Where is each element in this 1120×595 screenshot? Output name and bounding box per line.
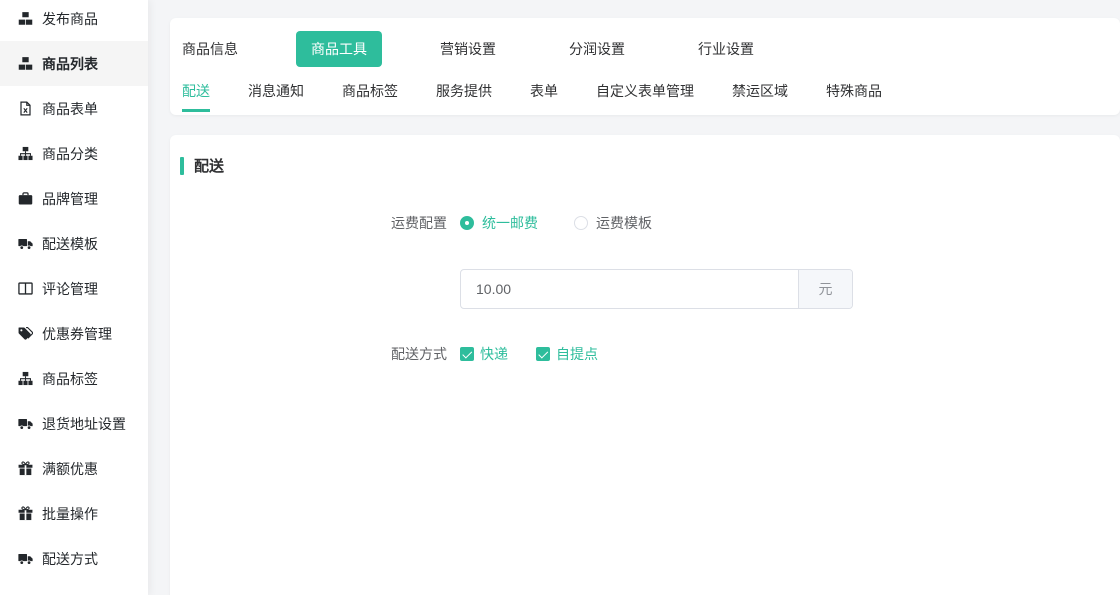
sub-tab-product-label[interactable]: 商品标签: [342, 75, 398, 112]
checkbox-label: 快递: [480, 344, 508, 364]
tags-icon: [18, 326, 33, 341]
sidebar-item-product-tags[interactable]: 商品标签: [0, 356, 148, 401]
tab-industry-settings[interactable]: 行业设置: [698, 31, 754, 67]
checkbox-pickup-point[interactable]: 自提点: [536, 344, 598, 364]
delivery-method-label: 配送方式: [170, 344, 447, 364]
sub-tab-delivery[interactable]: 配送: [182, 75, 210, 112]
sidebar-item-coupon-management[interactable]: 优惠券管理: [0, 311, 148, 356]
radio-freight-template[interactable]: 运费模板: [574, 213, 652, 233]
section-title: 配送: [194, 155, 224, 176]
sub-tab-service-provide[interactable]: 服务提供: [436, 75, 492, 112]
sidebar-item-return-address-settings[interactable]: 退货地址设置: [0, 401, 148, 446]
checkbox-check-icon: [536, 347, 550, 361]
postage-unit-suffix: 元: [798, 270, 852, 308]
sidebar-item-label: 批量操作: [42, 504, 98, 524]
postage-input-group: 元: [460, 269, 853, 309]
sub-tabs: 配送 消息通知 商品标签 服务提供 表单 自定义表单管理 禁运区域 特殊商品: [170, 75, 1120, 112]
sub-tab-message-notification[interactable]: 消息通知: [248, 75, 304, 112]
sitemap-icon: [18, 371, 33, 386]
checkbox-label: 自提点: [556, 344, 598, 364]
cubes-icon: [18, 11, 33, 26]
truck-icon: [18, 416, 33, 431]
sidebar-item-product-list[interactable]: 商品列表: [0, 41, 148, 86]
cubes-icon: [18, 56, 33, 71]
delivery-form: 运费配置 统一邮费 运费模板 元 配送方式 快递 自提点: [170, 204, 1120, 373]
page: 发布商品商品列表商品表单商品分类品牌管理配送模板评论管理优惠券管理商品标签退货地…: [0, 0, 1120, 595]
truck-icon: [18, 236, 33, 251]
file-icon: [18, 101, 33, 116]
sidebar-item-delivery-method[interactable]: 配送方式: [0, 536, 148, 581]
gift-icon: [18, 461, 33, 476]
sidebar-item-publish-product[interactable]: 发布商品: [0, 0, 148, 41]
sub-tab-embargo-area[interactable]: 禁运区域: [732, 75, 788, 112]
radio-circle-icon: [460, 216, 474, 230]
truck-icon: [18, 551, 33, 566]
sidebar-item-label: 满额优惠: [42, 459, 98, 479]
columns-icon: [18, 281, 33, 296]
radio-circle-icon: [574, 216, 588, 230]
sidebar-item-product-form[interactable]: 商品表单: [0, 86, 148, 131]
sidebar-item-label: 优惠券管理: [42, 324, 112, 344]
tab-product-tools[interactable]: 商品工具: [296, 31, 382, 67]
section-header: 配送: [180, 155, 1120, 176]
postage-amount-input[interactable]: [461, 270, 798, 308]
freight-config-row: 运费配置 统一邮费 运费模板: [170, 204, 1120, 242]
sitemap-icon: [18, 146, 33, 161]
delivery-checkbox-group: 快递 自提点: [460, 335, 626, 373]
content-card: 配送 运费配置 统一邮费 运费模板 元 配送方式 快递 自提点: [170, 135, 1120, 595]
tab-profit-settings[interactable]: 分润设置: [569, 31, 625, 67]
sidebar-item-label: 评论管理: [42, 279, 98, 299]
sidebar: 发布商品商品列表商品表单商品分类品牌管理配送模板评论管理优惠券管理商品标签退货地…: [0, 0, 148, 595]
checkbox-express[interactable]: 快递: [460, 344, 508, 364]
sidebar-item-label: 商品列表: [42, 54, 98, 74]
sidebar-item-full-amount-discount[interactable]: 满额优惠: [0, 446, 148, 491]
gift-icon: [18, 506, 33, 521]
sub-tab-special-product[interactable]: 特殊商品: [826, 75, 882, 112]
postage-amount-row: 元: [460, 269, 1120, 309]
radio-label: 运费模板: [596, 213, 652, 233]
sidebar-item-label: 商品表单: [42, 99, 98, 119]
freight-radio-group: 统一邮费 运费模板: [460, 204, 688, 242]
briefcase-icon: [18, 191, 33, 206]
tab-product-info[interactable]: 商品信息: [182, 31, 238, 67]
sub-tab-form[interactable]: 表单: [530, 75, 558, 112]
sidebar-item-brand-management[interactable]: 品牌管理: [0, 176, 148, 221]
sidebar-item-delivery-template[interactable]: 配送模板: [0, 221, 148, 266]
checkbox-check-icon: [460, 347, 474, 361]
sidebar-item-batch-operation[interactable]: 批量操作: [0, 491, 148, 536]
radio-unified-postage[interactable]: 统一邮费: [460, 213, 538, 233]
sidebar-item-label: 配送方式: [42, 549, 98, 569]
sidebar-item-label: 商品标签: [42, 369, 98, 389]
sidebar-item-label: 品牌管理: [42, 189, 98, 209]
sidebar-item-label: 发布商品: [42, 9, 98, 29]
sidebar-item-label: 退货地址设置: [42, 414, 126, 434]
tabs-card: 商品信息 商品工具 营销设置 分润设置 行业设置 配送 消息通知 商品标签 服务提供 表单 自定义…: [170, 18, 1120, 115]
sidebar-item-label: 商品分类: [42, 144, 98, 164]
sidebar-menu: 发布商品商品列表商品表单商品分类品牌管理配送模板评论管理优惠券管理商品标签退货地…: [0, 0, 148, 581]
sidebar-item-product-category[interactable]: 商品分类: [0, 131, 148, 176]
freight-config-label: 运费配置: [170, 213, 447, 233]
tab-marketing-settings[interactable]: 营销设置: [440, 31, 496, 67]
sidebar-item-comment-management[interactable]: 评论管理: [0, 266, 148, 311]
section-accent-bar: [180, 157, 184, 175]
radio-label: 统一邮费: [482, 213, 538, 233]
header-tabs: 商品信息 商品工具 营销设置 分润设置 行业设置: [170, 18, 1120, 67]
sub-tab-custom-form-management[interactable]: 自定义表单管理: [596, 75, 694, 112]
sidebar-item-label: 配送模板: [42, 234, 98, 254]
delivery-method-row: 配送方式 快递 自提点: [170, 335, 1120, 373]
